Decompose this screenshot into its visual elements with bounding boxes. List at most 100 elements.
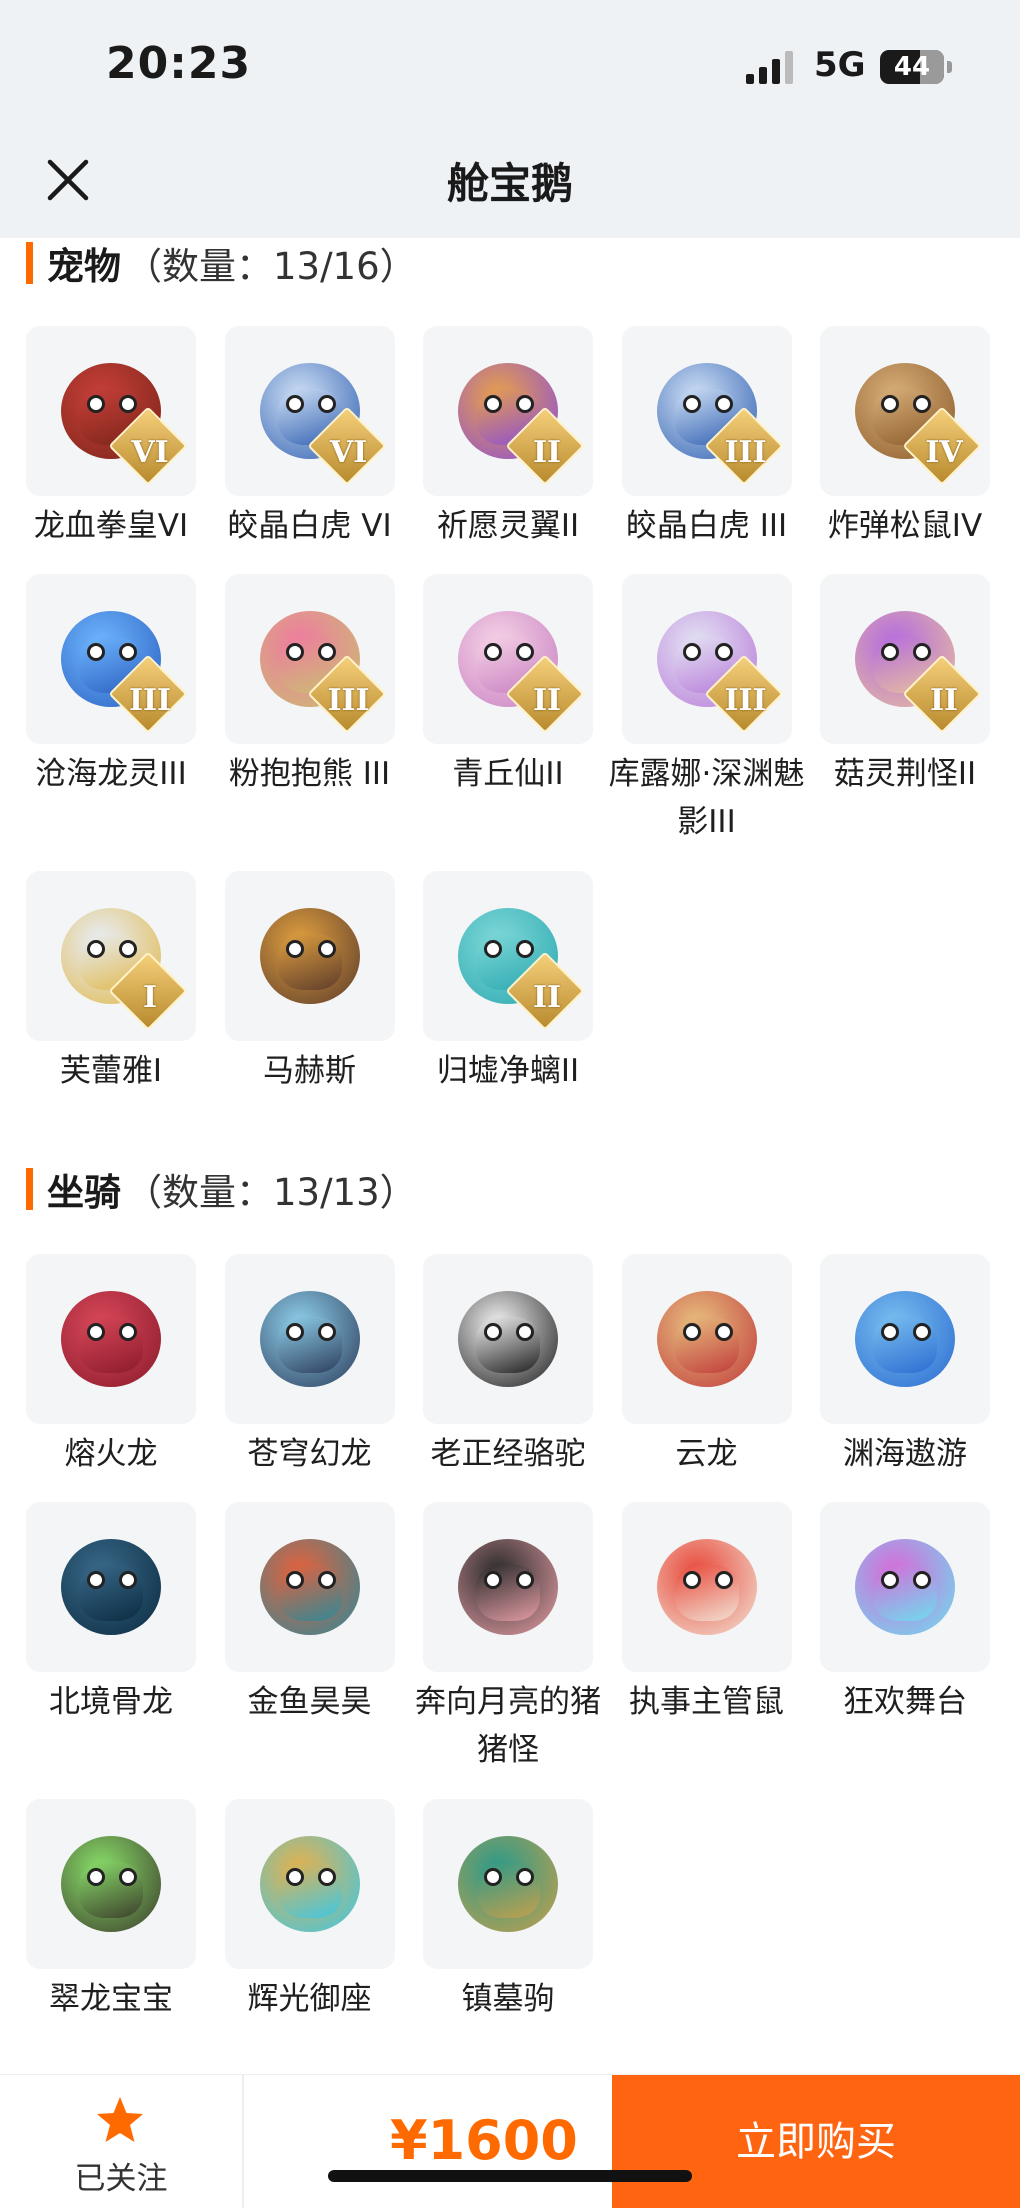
- follow-button[interactable]: 已关注: [0, 2075, 244, 2208]
- mounts-section-title: 坐骑: [47, 1171, 121, 1214]
- item-name: 北境骨龙: [49, 1684, 173, 1720]
- price-label: ¥1600: [390, 2109, 578, 2172]
- content-area[interactable]: 宠物 （数量：13/16） VI 龙血拳皇VI VI 皎晶白虎 VI II 祈愿灵翼II I…: [0, 238, 1020, 2074]
- item-thumbnail: II: [820, 574, 990, 744]
- section-accent-bar: [26, 242, 33, 284]
- item-name: 辉光御座: [247, 1981, 372, 2017]
- item-thumbnail: [224, 1502, 395, 1672]
- level-badge-text: III: [724, 435, 767, 470]
- item-name: 苍穹幻龙: [247, 1436, 372, 1472]
- character-art-icon: [242, 1269, 378, 1409]
- item-thumbnail: II: [423, 326, 593, 496]
- level-badge-text: II: [532, 435, 562, 470]
- buy-now-button[interactable]: 立即购买: [612, 2075, 1020, 2208]
- item-thumbnail: [26, 1254, 196, 1424]
- item-thumbnail: III: [26, 574, 196, 744]
- character-art-icon: [43, 1517, 179, 1657]
- item-thumbnail: III: [224, 574, 395, 744]
- item-name: 云龙: [675, 1436, 738, 1472]
- item-name: 炸弹松鼠IV: [827, 508, 983, 544]
- character-art-icon: [242, 1517, 378, 1657]
- item-name: 归墟净螭II: [436, 1053, 580, 1089]
- item-thumbnail: [26, 1799, 196, 1969]
- item-thumbnail: VI: [26, 326, 196, 496]
- level-badge-text: IV: [925, 435, 963, 470]
- status-time: 20:23: [106, 38, 252, 89]
- signal-icon: [746, 51, 793, 84]
- item-name: 狂欢舞台: [843, 1684, 967, 1720]
- character-art-icon: [639, 1269, 775, 1409]
- character-art-icon: [440, 1269, 576, 1409]
- character-art-icon: [639, 1517, 775, 1657]
- item-thumbnail: [820, 1502, 990, 1672]
- pets-section-header: 宠物 （数量：13/16）: [26, 238, 417, 288]
- mounts-section-count: （数量：13/13）: [125, 1171, 417, 1214]
- level-badge-text: III: [128, 683, 172, 718]
- star-icon: [97, 2097, 143, 2142]
- item-name: 熔火龙: [64, 1436, 158, 1472]
- pets-section-count: （数量：13/16）: [125, 245, 417, 288]
- item-thumbnail: I: [26, 871, 196, 1041]
- item-thumbnail: [224, 1799, 395, 1969]
- item-thumbnail: III: [621, 326, 792, 496]
- item-thumbnail: II: [423, 574, 593, 744]
- item-name: 库露娜·深渊魅影III: [608, 756, 805, 840]
- item-thumbnail: [423, 1502, 593, 1672]
- battery-icon: 44: [880, 50, 944, 84]
- character-art-icon: [837, 1269, 973, 1409]
- network-label: 5G: [814, 45, 866, 85]
- item-thumbnail: VI: [224, 326, 395, 496]
- section-accent-bar: [26, 1168, 33, 1210]
- item-thumbnail: [224, 1254, 395, 1424]
- item-name: 沧海龙灵III: [35, 756, 187, 792]
- item-name: 马赫斯: [263, 1053, 356, 1089]
- character-art-icon: [440, 1814, 576, 1954]
- level-badge-text: VI: [131, 435, 169, 470]
- item-name: 菇灵荆怪II: [833, 756, 977, 792]
- item-thumbnail: [621, 1254, 792, 1424]
- character-art-icon: [43, 1269, 179, 1409]
- item-name: 执事主管鼠: [629, 1684, 784, 1720]
- character-art-icon: [440, 1517, 576, 1657]
- character-art-icon: [837, 1517, 973, 1657]
- item-thumbnail: IV: [820, 326, 990, 496]
- character-art-icon: [43, 1814, 179, 1954]
- item-thumbnail: [423, 1799, 593, 1969]
- item-name: 镇墓驹: [461, 1981, 555, 2017]
- item-name: 龙血拳皇VI: [33, 508, 189, 544]
- item-thumbnail: [26, 1502, 196, 1672]
- item-thumbnail: [820, 1254, 990, 1424]
- page-title: 舱宝鹅: [446, 159, 573, 208]
- follow-label: 已关注: [74, 2161, 168, 2197]
- item-name: 渊海遨游: [843, 1436, 967, 1472]
- item-name: 奔向月亮的猪猪怪: [415, 1684, 601, 1768]
- bottom-action-bar: 已关注 ¥1600 立即购买: [0, 2074, 1020, 2208]
- battery-tip: [947, 61, 952, 73]
- character-art-icon: [242, 1814, 378, 1954]
- item-thumbnail: [621, 1502, 792, 1672]
- item-name: 青丘仙II: [452, 756, 564, 792]
- item-thumbnail: [423, 1254, 593, 1424]
- item-name: 祈愿灵翼II: [436, 508, 580, 544]
- item-thumbnail: II: [423, 871, 593, 1041]
- home-indicator: [328, 2170, 692, 2182]
- level-badge-text: III: [327, 683, 370, 718]
- level-badge-text: I: [142, 980, 158, 1015]
- item-name: 翠龙宝宝: [49, 1981, 173, 2017]
- item-thumbnail: III: [621, 574, 792, 744]
- item-name: 皎晶白虎 III: [625, 508, 788, 544]
- battery-level: 44: [893, 52, 931, 82]
- item-name: 粉抱抱熊 III: [228, 756, 391, 792]
- character-art-icon: [242, 886, 378, 1026]
- item-name: 金鱼昊昊: [247, 1684, 372, 1720]
- item-name: 皎晶白虎 VI: [227, 508, 392, 544]
- level-badge-text: VI: [329, 435, 368, 470]
- level-badge-text: II: [532, 980, 562, 1015]
- level-badge-text: II: [929, 683, 959, 718]
- level-badge-text: III: [724, 683, 767, 718]
- item-thumbnail: [224, 871, 395, 1041]
- top-bar: 20:23 5G 44 舱宝鹅: [0, 0, 1020, 238]
- level-badge-text: II: [532, 683, 562, 718]
- mounts-section-header: 坐骑 （数量：13/13）: [26, 1164, 417, 1214]
- item-name: 芙蕾雅I: [59, 1053, 163, 1089]
